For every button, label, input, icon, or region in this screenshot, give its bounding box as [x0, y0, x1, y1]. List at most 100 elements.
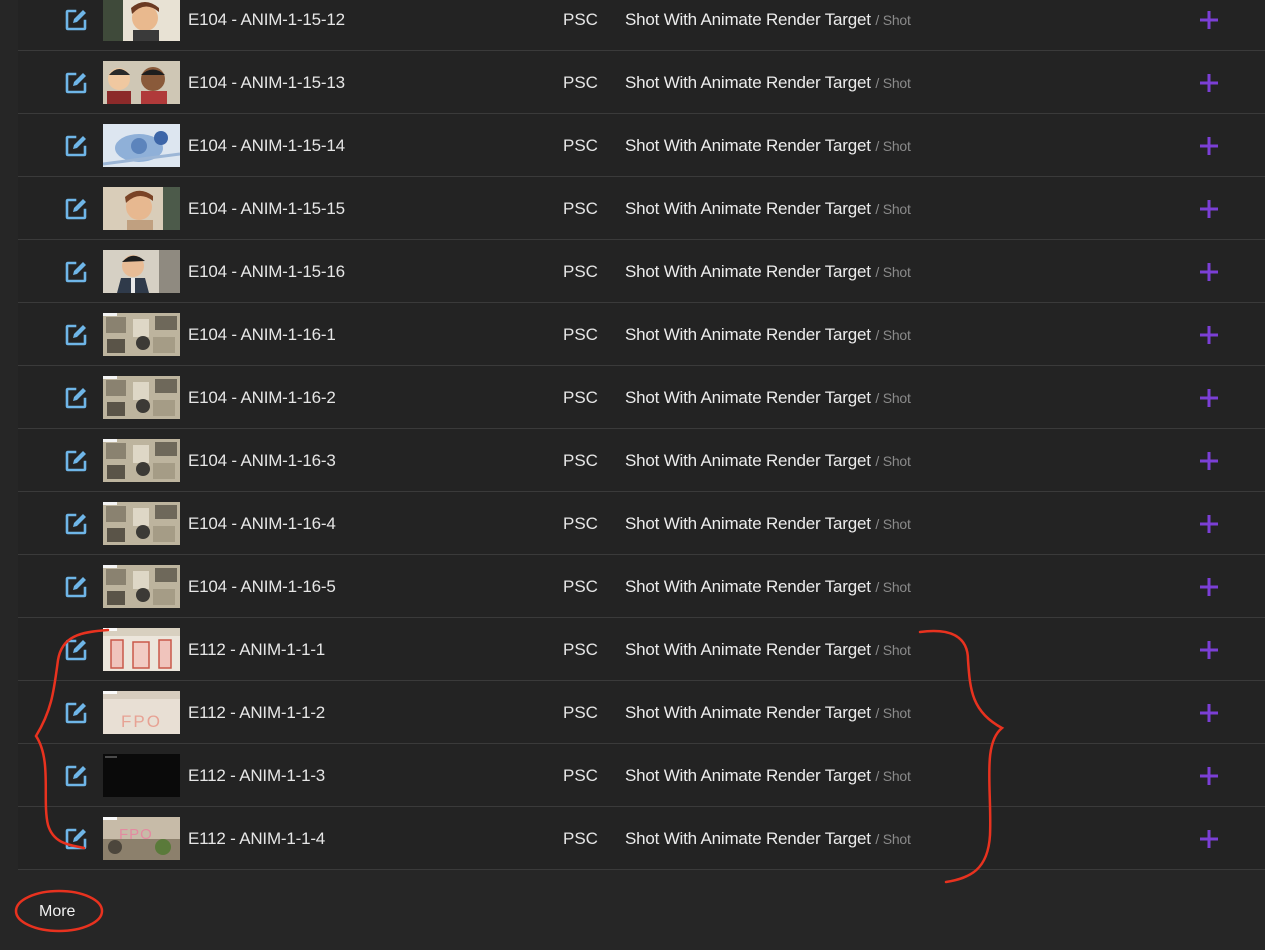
table-row[interactable]: FPO E112 - ANIM-1-1-4 PSC Shot With Animate… — [18, 807, 1265, 870]
shot-name[interactable]: E104 - ANIM-1-15-16 — [188, 262, 345, 282]
external-edit-icon[interactable] — [64, 134, 88, 158]
entity-type: / Shot — [875, 138, 911, 154]
external-edit-icon[interactable] — [64, 764, 88, 788]
shot-name[interactable]: E104 - ANIM-1-15-13 — [188, 73, 345, 93]
entity-type: / Shot — [875, 579, 911, 595]
plus-icon[interactable] — [1197, 323, 1221, 347]
render-target-label: Shot With Animate Render Target — [625, 10, 871, 29]
entity-type: / Shot — [875, 516, 911, 532]
svg-text:FPO: FPO — [121, 712, 162, 731]
entity-type: / Shot — [875, 327, 911, 343]
project-code: PSC — [563, 577, 598, 596]
external-edit-icon[interactable] — [64, 386, 88, 410]
shot-name[interactable]: E112 - ANIM-1-1-1 — [188, 640, 325, 660]
entity-type: / Shot — [875, 201, 911, 217]
plus-icon[interactable] — [1197, 260, 1221, 284]
shot-name[interactable]: E104 - ANIM-1-16-2 — [188, 388, 336, 408]
shot-name[interactable]: E104 - ANIM-1-16-4 — [188, 514, 336, 534]
shot-name[interactable]: E112 - ANIM-1-1-2 — [188, 703, 325, 723]
table-row[interactable]: E104 - ANIM-1-16-5 PSC Shot With Animate R… — [18, 555, 1265, 618]
plus-icon[interactable] — [1197, 701, 1221, 725]
project-code: PSC — [563, 199, 598, 218]
render-target-label: Shot With Animate Render Target — [625, 577, 871, 596]
shot-thumbnail[interactable] — [103, 61, 180, 104]
render-target: Shot With Animate Render Target / Shot — [625, 73, 911, 93]
project-code: PSC — [563, 451, 598, 470]
shot-name[interactable]: E104 - ANIM-1-16-1 — [188, 325, 336, 345]
plus-icon[interactable] — [1197, 512, 1221, 536]
render-target: Shot With Animate Render Target / Shot — [625, 640, 911, 660]
plus-icon[interactable] — [1197, 197, 1221, 221]
shot-thumbnail[interactable] — [103, 187, 180, 230]
shot-thumbnail[interactable] — [103, 124, 180, 167]
plus-icon[interactable] — [1197, 71, 1221, 95]
shot-thumbnail[interactable] — [103, 502, 180, 545]
external-edit-icon[interactable] — [64, 197, 88, 221]
entity-type: / Shot — [875, 453, 911, 469]
render-target-label: Shot With Animate Render Target — [625, 73, 871, 92]
render-target: Shot With Animate Render Target / Shot — [625, 514, 911, 534]
svg-text:FPO: FPO — [119, 826, 153, 843]
plus-icon[interactable] — [1197, 386, 1221, 410]
shot-name[interactable]: E104 - ANIM-1-15-12 — [188, 10, 345, 30]
shot-name[interactable]: E104 - ANIM-1-15-15 — [188, 199, 345, 219]
external-edit-icon[interactable] — [64, 323, 88, 347]
plus-icon[interactable] — [1197, 764, 1221, 788]
external-edit-icon[interactable] — [64, 71, 88, 95]
plus-icon[interactable] — [1197, 134, 1221, 158]
entity-type: / Shot — [875, 768, 911, 784]
table-row[interactable]: E112 - ANIM-1-1-3 PSC Shot With Animate Re… — [18, 744, 1265, 807]
table-row[interactable]: E104 - ANIM-1-16-2 PSC Shot With Animate R… — [18, 366, 1265, 429]
external-edit-icon[interactable] — [64, 575, 88, 599]
shot-thumbnail[interactable] — [103, 0, 180, 41]
entity-type: / Shot — [875, 642, 911, 658]
render-target: Shot With Animate Render Target / Shot — [625, 766, 911, 786]
plus-icon[interactable] — [1197, 827, 1221, 851]
shot-thumbnail[interactable] — [103, 250, 180, 293]
table-row[interactable]: E104 - ANIM-1-16-1 PSC Shot With Animate R… — [18, 303, 1265, 366]
shot-thumbnail[interactable] — [103, 313, 180, 356]
shot-thumbnail[interactable] — [103, 376, 180, 419]
external-edit-icon[interactable] — [64, 449, 88, 473]
plus-icon[interactable] — [1197, 575, 1221, 599]
shot-name[interactable]: E104 - ANIM-1-16-3 — [188, 451, 336, 471]
plus-icon[interactable] — [1197, 449, 1221, 473]
shot-thumbnail[interactable]: FPO — [103, 691, 180, 734]
render-target: Shot With Animate Render Target / Shot — [625, 451, 911, 471]
render-target-label: Shot With Animate Render Target — [625, 640, 871, 659]
more-button[interactable]: More — [39, 903, 75, 921]
shot-thumbnail[interactable] — [103, 754, 180, 797]
shot-name[interactable]: E112 - ANIM-1-1-3 — [188, 766, 325, 786]
plus-icon[interactable] — [1197, 638, 1221, 662]
shot-name[interactable]: E104 - ANIM-1-16-5 — [188, 577, 336, 597]
table-row[interactable]: E104 - ANIM-1-16-3 PSC Shot With Animate R… — [18, 429, 1265, 492]
render-target-label: Shot With Animate Render Target — [625, 199, 871, 218]
table-row[interactable]: E112 - ANIM-1-1-1 PSC Shot With Animate Re… — [18, 618, 1265, 681]
table-row[interactable]: E104 - ANIM-1-15-15 PSC Shot With Animate … — [18, 177, 1265, 240]
shot-thumbnail[interactable] — [103, 565, 180, 608]
external-edit-icon[interactable] — [64, 512, 88, 536]
table-row[interactable]: E104 - ANIM-1-16-4 PSC Shot With Animate R… — [18, 492, 1265, 555]
external-edit-icon[interactable] — [64, 260, 88, 284]
external-edit-icon[interactable] — [64, 638, 88, 662]
table-row[interactable]: E104 - ANIM-1-15-16 PSC Shot With Animate … — [18, 240, 1265, 303]
project-code: PSC — [563, 766, 598, 785]
project-code: PSC — [563, 10, 598, 29]
shot-name[interactable]: E112 - ANIM-1-1-4 — [188, 829, 325, 849]
table-row[interactable]: FPO E112 - ANIM-1-1-2 PSC Shot With Animate… — [18, 681, 1265, 744]
shot-thumbnail[interactable] — [103, 628, 180, 671]
render-target: Shot With Animate Render Target / Shot — [625, 199, 911, 219]
render-target: Shot With Animate Render Target / Shot — [625, 136, 911, 156]
plus-icon[interactable] — [1197, 8, 1221, 32]
render-target-label: Shot With Animate Render Target — [625, 514, 871, 533]
shot-name[interactable]: E104 - ANIM-1-15-14 — [188, 136, 345, 156]
render-target: Shot With Animate Render Target / Shot — [625, 703, 911, 723]
shot-thumbnail[interactable] — [103, 439, 180, 482]
table-row[interactable]: E104 - ANIM-1-15-13 PSC Shot With Animate … — [18, 51, 1265, 114]
table-row[interactable]: E104 - ANIM-1-15-12 PSC Shot With Animate … — [18, 0, 1265, 51]
shot-thumbnail[interactable]: FPO — [103, 817, 180, 860]
external-edit-icon[interactable] — [64, 827, 88, 851]
external-edit-icon[interactable] — [64, 8, 88, 32]
external-edit-icon[interactable] — [64, 701, 88, 725]
table-row[interactable]: E104 - ANIM-1-15-14 PSC Shot With Animate … — [18, 114, 1265, 177]
